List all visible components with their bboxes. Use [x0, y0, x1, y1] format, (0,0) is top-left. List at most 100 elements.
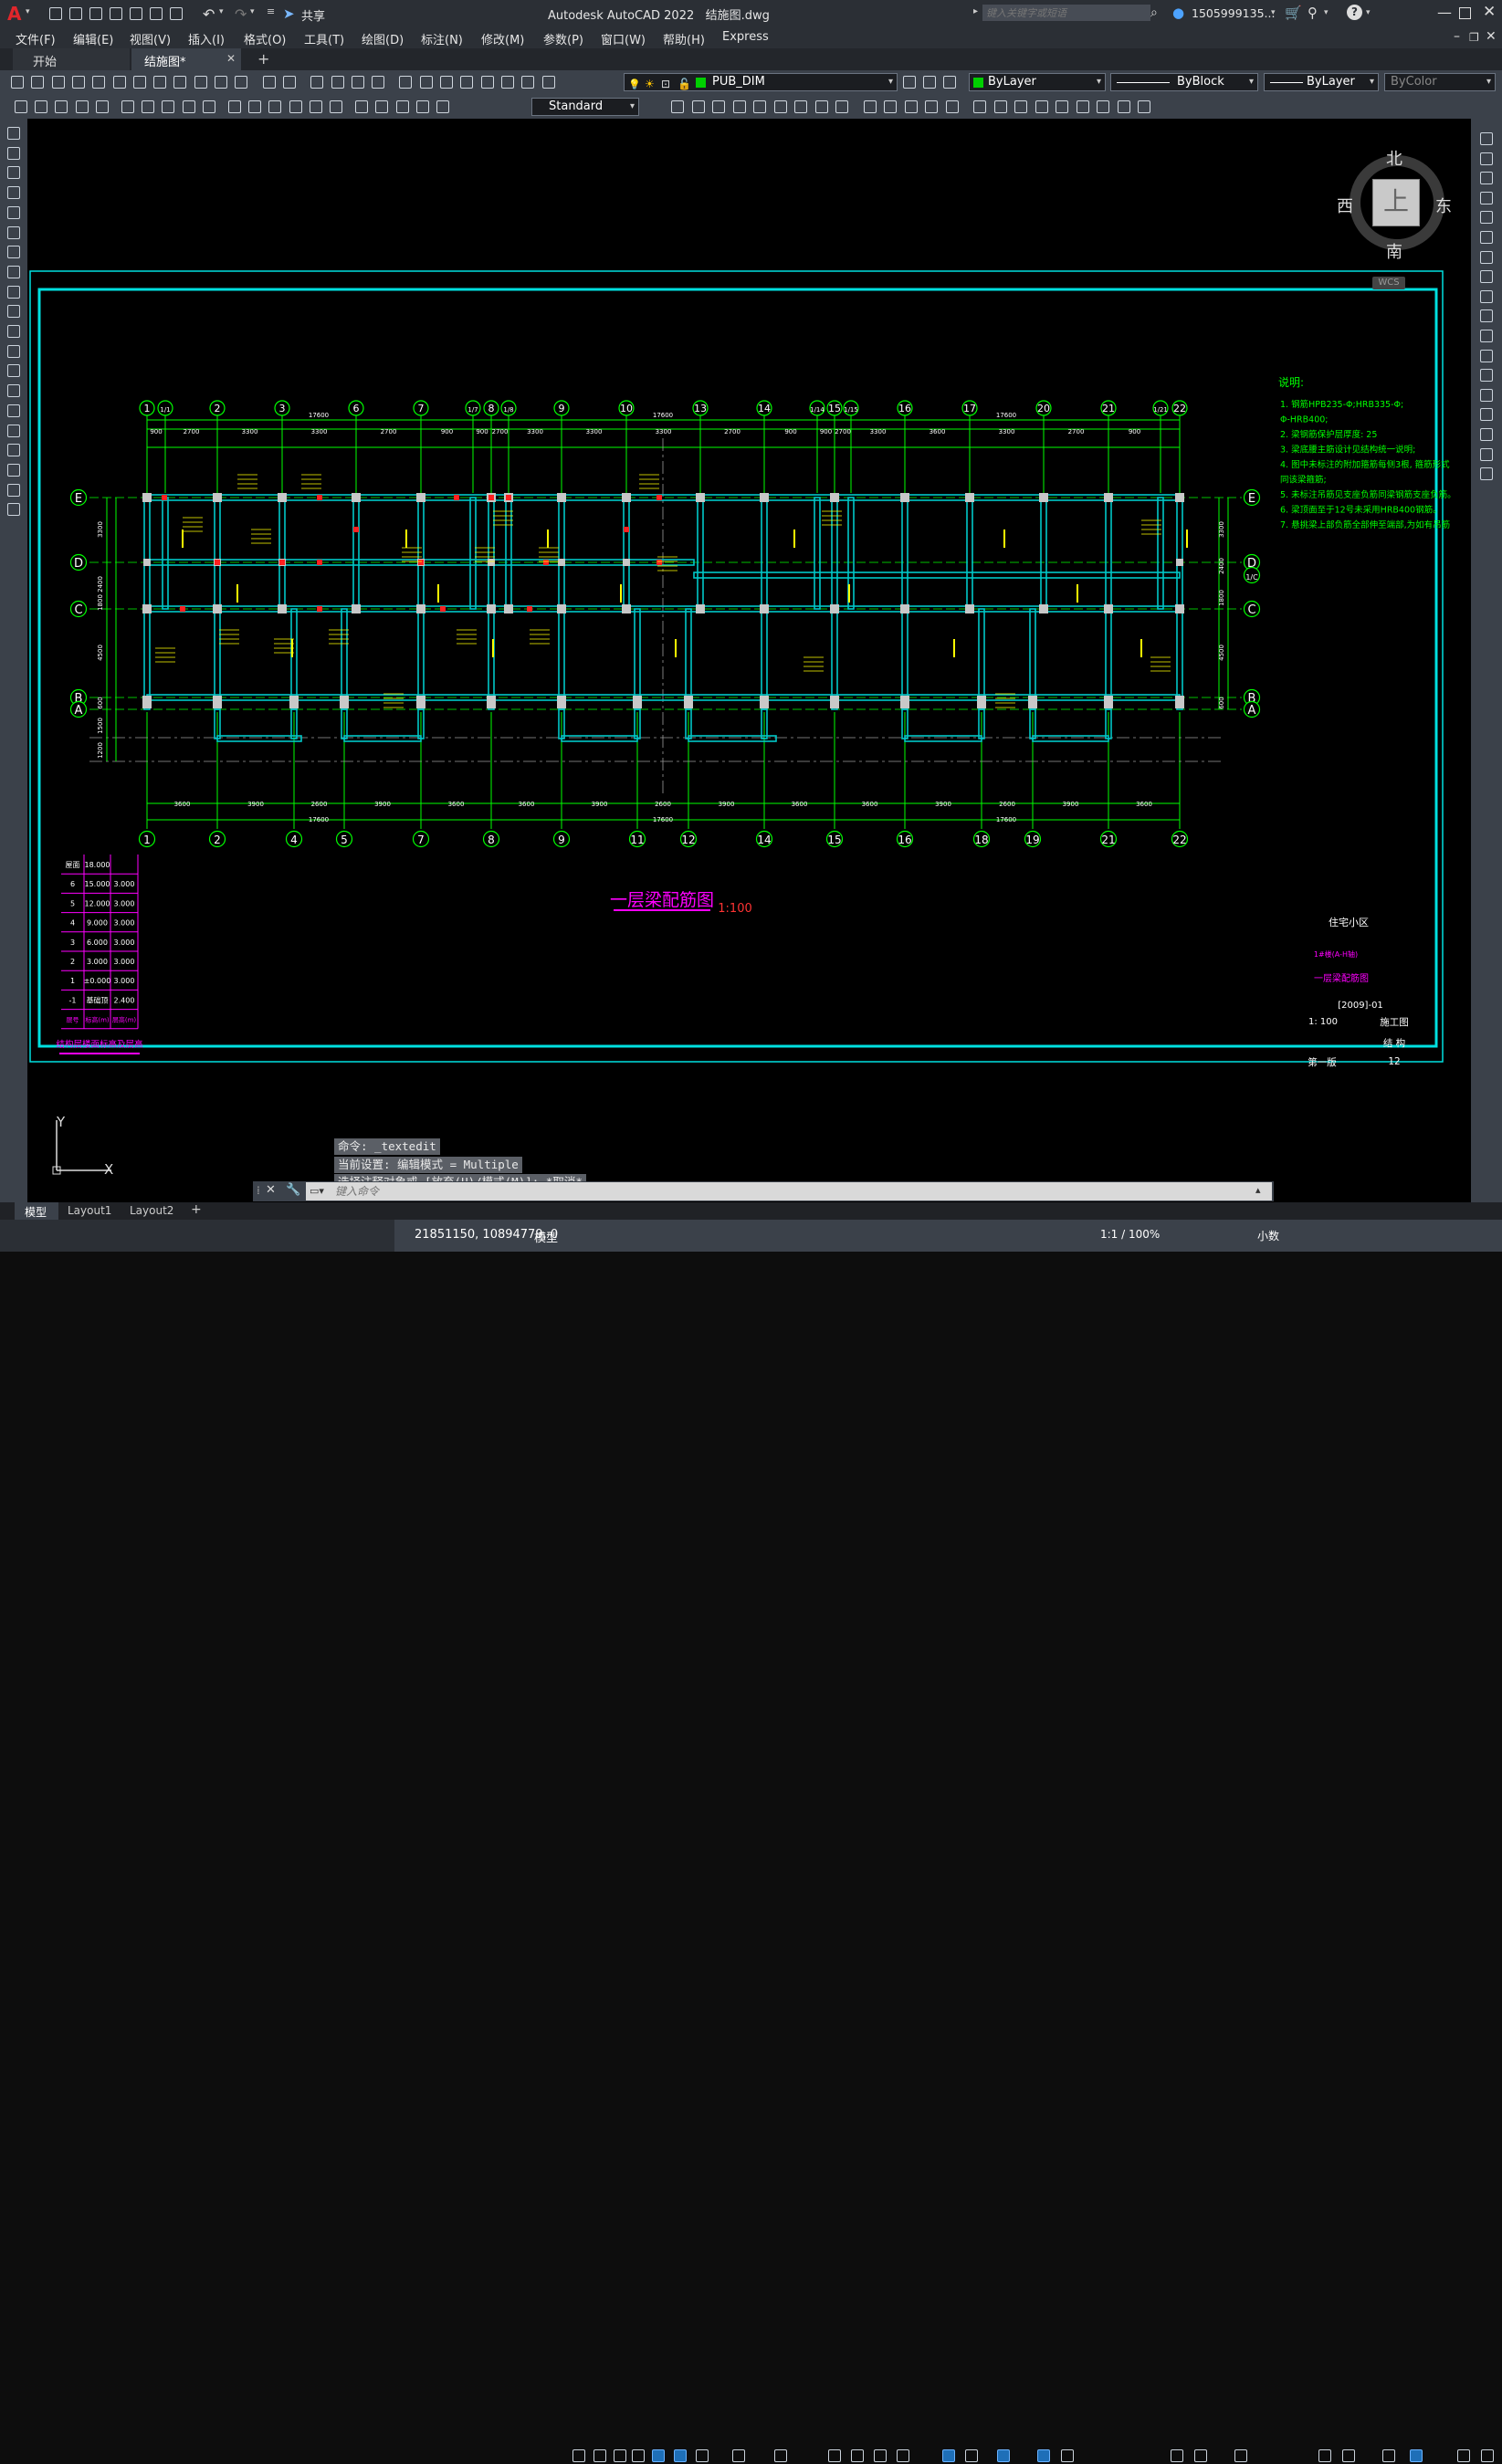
copy-icon[interactable] [1479, 152, 1494, 166]
menu-draw[interactable]: 绘图(D) [362, 30, 404, 47]
publish-icon[interactable] [111, 74, 128, 90]
erase-icon[interactable] [1479, 131, 1494, 146]
break-at-point-icon[interactable] [903, 99, 919, 115]
model-space-toggle[interactable]: 模型 [534, 1228, 558, 1245]
add-selected-icon[interactable] [6, 502, 21, 517]
make-block-icon[interactable] [6, 363, 21, 378]
break-icon[interactable] [923, 99, 940, 115]
join-icon[interactable] [1479, 388, 1494, 403]
ellipse-arc-icon[interactable] [6, 324, 21, 339]
autodesk-app-icon[interactable]: ⚲ [1308, 5, 1318, 21]
new-file-icon[interactable] [47, 5, 64, 22]
quick-properties-icon[interactable] [1317, 2448, 1333, 2464]
dim-space-icon[interactable] [247, 99, 263, 115]
auto-scale-icon[interactable] [1059, 2448, 1076, 2464]
chamfer-icon[interactable] [1479, 407, 1494, 422]
customize-icon[interactable] [1479, 2448, 1496, 2464]
dim-ordinate-icon[interactable] [74, 99, 90, 115]
dim-aligned-icon[interactable] [33, 99, 49, 115]
user-icon[interactable]: ● [1172, 5, 1184, 21]
cut-icon[interactable] [152, 74, 168, 90]
object-snap-icon[interactable] [772, 2448, 789, 2464]
compass-north[interactable]: 北 [1386, 146, 1402, 170]
isodraft-icon[interactable] [694, 2448, 710, 2464]
menu-edit[interactable]: 编辑(E) [73, 30, 113, 47]
offset-icon[interactable] [1479, 191, 1494, 205]
gizmo-icon[interactable] [995, 2448, 1012, 2464]
command-prompt-icon[interactable]: ▭▾ [310, 1185, 324, 1197]
share-button[interactable]: 共享 [301, 6, 325, 24]
compass-west[interactable]: 西 [1337, 194, 1353, 217]
copy-object-icon[interactable] [690, 99, 707, 115]
menu-help[interactable]: 帮助(H) [663, 30, 705, 47]
maximize-icon[interactable] [1459, 7, 1471, 19]
move-icon[interactable] [772, 99, 789, 115]
customize-qat-icon[interactable]: ≡ [267, 5, 275, 17]
command-input[interactable] [333, 1183, 1232, 1200]
customize-command-icon[interactable]: 🔧 [286, 1183, 300, 1197]
layer-on-icon[interactable]: 💡 [628, 77, 641, 93]
hatch-icon[interactable] [1116, 99, 1132, 115]
drawing-svg[interactable]: 1 1/1 2 3 6 7 1/7 8 1/8 9 10 13 14 1/14 15 1/15 16 17 20 21… [27, 119, 1471, 1202]
menu-format[interactable]: 格式(O) [244, 30, 286, 47]
snap-icon[interactable] [592, 2448, 608, 2464]
hardware-accel-icon[interactable] [1408, 2448, 1424, 2464]
zoom-window-icon[interactable] [350, 74, 366, 90]
explode-icon[interactable] [1034, 99, 1050, 115]
ortho-icon[interactable] [650, 2448, 667, 2464]
layer-thaw-icon[interactable]: ☀ [645, 76, 655, 92]
dim-text-edit-icon[interactable] [394, 99, 411, 115]
point-icon[interactable] [1095, 99, 1111, 115]
tab-start[interactable]: 开始 [13, 48, 130, 70]
gradient-icon[interactable] [6, 424, 21, 438]
multiline-text-icon[interactable] [6, 483, 21, 498]
array-icon[interactable] [1479, 210, 1494, 225]
qnew-icon[interactable] [9, 74, 26, 90]
save-web-icon[interactable] [148, 5, 164, 22]
tab-layout2[interactable]: Layout2 [130, 1204, 173, 1217]
viewcube[interactable]: 上 北 南 东 西 [1337, 144, 1455, 262]
layer-properties-icon[interactable] [901, 74, 918, 90]
dim-jogged-icon[interactable] [120, 99, 136, 115]
apps-dropdown-icon[interactable]: ▾ [1324, 8, 1329, 17]
dim-update-icon[interactable] [415, 99, 431, 115]
construction-line-icon[interactable] [6, 146, 21, 161]
selection-filter-icon[interactable] [963, 2448, 980, 2464]
extend-icon[interactable] [1479, 329, 1494, 343]
help-icon[interactable]: ? [1347, 5, 1362, 20]
workspace-icon[interactable] [1169, 2448, 1185, 2464]
dim-break-icon[interactable] [267, 99, 283, 115]
object-snap-tracking-icon[interactable] [730, 2448, 747, 2464]
move-icon[interactable] [1479, 230, 1494, 245]
undo-icon[interactable] [261, 74, 278, 90]
zoom-realtime-icon[interactable] [330, 74, 346, 90]
compass-east[interactable]: 东 [1435, 194, 1452, 217]
revision-cloud-icon[interactable] [6, 265, 21, 279]
annotation-visibility-icon[interactable] [1035, 2448, 1052, 2464]
tab-active-drawing[interactable]: 结施图* ✕ [131, 48, 241, 70]
command-history-toggle-icon[interactable]: ▴ [1255, 1184, 1261, 1196]
transparency-icon[interactable] [849, 2448, 866, 2464]
dim-diameter-icon[interactable] [140, 99, 156, 115]
dim-arc-icon[interactable] [53, 99, 69, 115]
open-file-icon[interactable] [68, 5, 84, 22]
minimize-icon[interactable]: — [1437, 4, 1452, 21]
trim-icon[interactable] [1479, 309, 1494, 323]
cart-icon[interactable]: 🛒 [1285, 5, 1302, 21]
snap-dropdown-icon[interactable] [612, 2448, 628, 2464]
quick-dim-icon[interactable] [181, 99, 197, 115]
make-block-icon[interactable] [1075, 99, 1091, 115]
save-icon[interactable] [50, 74, 67, 90]
markup-icon[interactable] [479, 74, 496, 90]
3d-osnap-icon[interactable] [895, 2448, 911, 2464]
line-icon[interactable] [6, 126, 21, 141]
menu-parametric[interactable]: 参数(P) [543, 30, 583, 47]
tool-palettes-icon[interactable] [438, 74, 455, 90]
linetype-dropdown[interactable]: ByBlock ▾ [1110, 73, 1258, 91]
clean-screen-icon[interactable] [1455, 2448, 1472, 2464]
layer-manager-icon[interactable] [541, 74, 557, 90]
fillet-icon[interactable] [993, 99, 1009, 115]
lock-ui-icon[interactable] [1340, 2448, 1357, 2464]
arc-icon[interactable] [6, 225, 21, 240]
dim-linear-icon[interactable] [13, 99, 29, 115]
